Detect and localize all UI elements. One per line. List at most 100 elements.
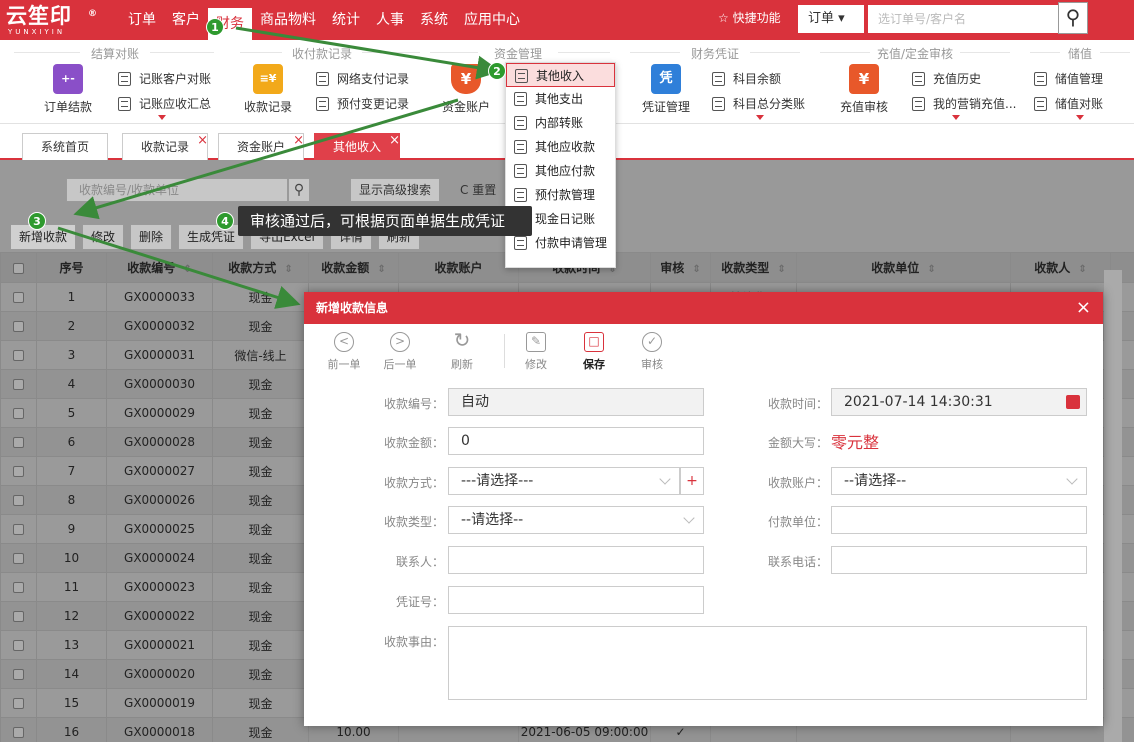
- subject-ledger-link[interactable]: 科目总分类账: [712, 95, 805, 113]
- tab-other-income[interactable]: 其他收入 ×: [314, 133, 400, 160]
- row-checkbox[interactable]: [0, 456, 37, 486]
- row-checkbox[interactable]: [0, 485, 37, 515]
- nav-customer[interactable]: 客户: [164, 0, 208, 40]
- nav-stats[interactable]: 统计: [324, 0, 368, 40]
- top-search-input[interactable]: 选订单号/客户名: [868, 5, 1058, 33]
- close-icon[interactable]: ×: [389, 128, 400, 154]
- top-search-button[interactable]: ⚲: [1058, 2, 1088, 34]
- caret-icon[interactable]: [952, 115, 960, 120]
- next-record-button[interactable]: > 后一单: [380, 332, 420, 372]
- caret-icon[interactable]: [756, 115, 764, 120]
- row-checkbox[interactable]: [0, 630, 37, 660]
- caret-icon[interactable]: [1076, 115, 1084, 120]
- row-checkbox[interactable]: [0, 601, 37, 631]
- advanced-search-button[interactable]: 显示高级搜索: [350, 178, 440, 202]
- recharge-history-link[interactable]: 充值历史: [912, 70, 981, 88]
- contact-field[interactable]: [448, 546, 704, 574]
- nav-hr[interactable]: 人事: [368, 0, 412, 40]
- menu-item-other-payable[interactable]: 其他应付款: [506, 159, 615, 183]
- tab-fund-account[interactable]: 资金账户 ×: [218, 133, 304, 160]
- payer-field[interactable]: [831, 506, 1087, 534]
- method-select[interactable]: ---请选择---: [448, 467, 680, 495]
- quick-functions[interactable]: ☆ 快捷功能: [718, 0, 781, 36]
- reset-button[interactable]: C 重置: [460, 178, 506, 202]
- row-checkbox[interactable]: [0, 369, 37, 399]
- modal-audit-button[interactable]: ✓ 审核: [632, 332, 672, 372]
- row-checkbox[interactable]: [0, 427, 37, 457]
- time-field[interactable]: 2021-07-14 14:30:31: [831, 388, 1087, 416]
- recharge-audit-button[interactable]: ¥ 充值审核: [840, 64, 888, 115]
- close-icon[interactable]: ×: [293, 128, 304, 154]
- type-select[interactable]: --请选择--: [448, 506, 704, 534]
- tab-home[interactable]: 系统首页: [22, 133, 108, 160]
- nav-system[interactable]: 系统: [412, 0, 456, 40]
- search-button[interactable]: ⚲: [288, 178, 310, 202]
- edit-button[interactable]: 修改: [82, 224, 125, 250]
- reason-label: 收款事由：: [383, 635, 444, 649]
- calendar-icon[interactable]: [1066, 395, 1080, 409]
- subject-balance-link[interactable]: 科目余额: [712, 70, 781, 88]
- col-payee[interactable]: 收款人 ⇕: [1010, 252, 1111, 283]
- tab-receipt-record[interactable]: 收款记录 ×: [122, 133, 208, 160]
- generate-voucher-button[interactable]: 生成凭证: [178, 224, 245, 250]
- stored-recon-link[interactable]: 储值对账: [1034, 95, 1103, 113]
- add-receipt-button[interactable]: 新增收款: [10, 224, 77, 250]
- nav-goods[interactable]: 商品物料: [252, 0, 324, 40]
- col-unit[interactable]: 收款单位 ⇕: [796, 252, 1011, 283]
- online-pay-link[interactable]: 网络支付记录: [316, 70, 409, 88]
- menu-item-prepay-manage[interactable]: 预付款管理: [506, 183, 615, 207]
- logo[interactable]: 云笙印 ® YUNXIYIN: [6, 4, 97, 36]
- prev-record-button[interactable]: < 前一单: [324, 332, 364, 372]
- row-checkbox[interactable]: [0, 514, 37, 544]
- row-checkbox[interactable]: [0, 659, 37, 689]
- col-audit[interactable]: 审核 ⇕: [650, 252, 711, 283]
- col-account[interactable]: 收款账户: [398, 252, 519, 283]
- modal-refresh-button[interactable]: ↻ 刷新: [442, 330, 482, 372]
- account-select[interactable]: --请选择--: [831, 467, 1087, 495]
- nav-app-center[interactable]: 应用中心: [456, 0, 528, 40]
- voucher-manage-button[interactable]: 凭 凭证管理: [642, 64, 690, 115]
- close-icon[interactable]: ×: [1076, 292, 1091, 324]
- col-type[interactable]: 收款类型 ⇕: [710, 252, 797, 283]
- col-receipt-no[interactable]: 收款编号 ⇕: [106, 252, 213, 283]
- my-recharge-link[interactable]: 我的营销充值...: [912, 95, 1016, 113]
- row-checkbox[interactable]: [0, 572, 37, 602]
- col-amount[interactable]: 收款金额 ⇕: [308, 252, 399, 283]
- row-checkbox[interactable]: [0, 688, 37, 718]
- col-method[interactable]: 收款方式 ⇕: [212, 252, 309, 283]
- amount-field[interactable]: 0: [448, 427, 704, 455]
- scrollbar[interactable]: [1104, 270, 1122, 742]
- phone-field[interactable]: [831, 546, 1087, 574]
- row-checkbox[interactable]: [0, 398, 37, 428]
- row-checkbox[interactable]: [0, 543, 37, 573]
- receipt-search-input[interactable]: 收款编号/收款单位: [66, 178, 288, 202]
- type-value: --请选择--: [461, 512, 524, 528]
- prepay-change-link[interactable]: 预付变更记录: [316, 95, 409, 113]
- close-icon[interactable]: ×: [197, 128, 208, 154]
- receipt-icon: ≡¥: [253, 64, 283, 94]
- customer-recon-link[interactable]: 记账客户对账: [118, 70, 211, 88]
- order-type-select[interactable]: 订单 ▾: [798, 5, 864, 33]
- reason-textarea[interactable]: [448, 626, 1087, 700]
- ar-summary-link[interactable]: 记账应收汇总: [118, 95, 211, 113]
- row-checkbox[interactable]: [0, 340, 37, 370]
- voucher-no-field[interactable]: [448, 586, 704, 614]
- select-all-checkbox[interactable]: [0, 252, 37, 283]
- row-checkbox[interactable]: [0, 717, 37, 742]
- menu-item-internal-transfer[interactable]: 内部转账: [506, 111, 615, 135]
- nav-order[interactable]: 订单: [120, 0, 164, 40]
- fund-account-button[interactable]: ¥ 资金账户: [442, 64, 490, 115]
- order-settle-button[interactable]: +- 订单结款: [44, 64, 92, 115]
- row-checkbox[interactable]: [0, 311, 37, 341]
- stored-manage-link[interactable]: 储值管理: [1034, 70, 1103, 88]
- menu-item-other-receivable[interactable]: 其他应收款: [506, 135, 615, 159]
- receipt-record-button[interactable]: ≡¥ 收款记录: [244, 64, 292, 115]
- modal-edit-button[interactable]: ✎ 修改: [516, 332, 556, 372]
- menu-item-other-income[interactable]: 其他收入: [506, 63, 615, 87]
- caret-icon[interactable]: [158, 115, 166, 120]
- menu-item-other-expense[interactable]: 其他支出: [506, 87, 615, 111]
- fund-account-label: 资金账户: [442, 100, 491, 114]
- modal-save-button[interactable]: □ 保存: [574, 332, 614, 372]
- delete-button[interactable]: 删除: [130, 224, 173, 250]
- row-checkbox[interactable]: [0, 282, 37, 312]
